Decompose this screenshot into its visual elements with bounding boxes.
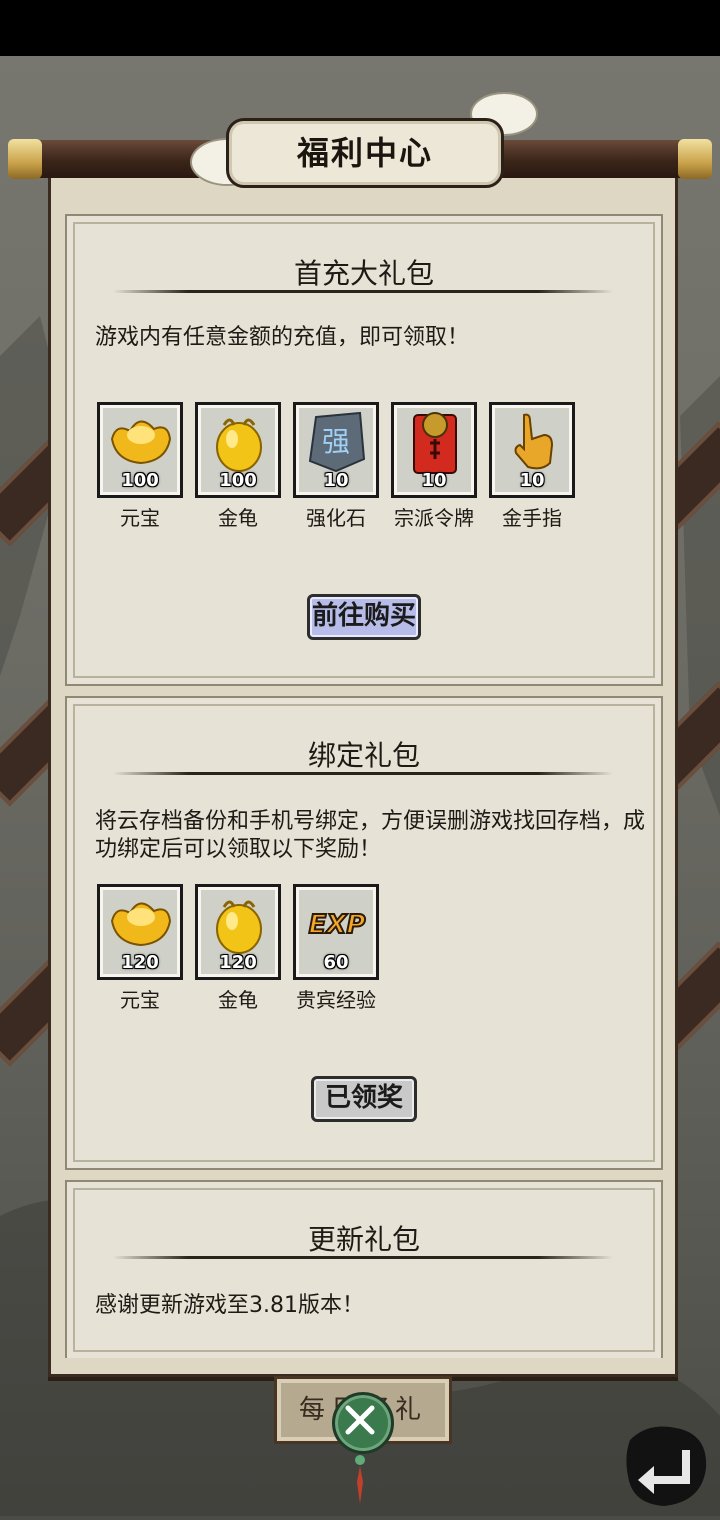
page-title: 福利中心 bbox=[296, 134, 433, 172]
sect-token-icon bbox=[413, 412, 457, 474]
divider bbox=[113, 772, 613, 775]
divider bbox=[113, 290, 613, 293]
close-icon bbox=[345, 1405, 375, 1435]
reward-quantity: 100 bbox=[121, 470, 159, 491]
stone-glyph: 强 bbox=[322, 425, 350, 458]
gold-turtle-icon bbox=[216, 900, 262, 954]
back-arrow-button[interactable] bbox=[618, 1420, 714, 1512]
gold-ingot-icon bbox=[110, 420, 172, 465]
card-title: 绑定礼包 bbox=[307, 739, 420, 772]
card-title: 更新礼包 bbox=[307, 1223, 420, 1256]
reward-item[interactable]: 10 金手指 bbox=[489, 402, 577, 530]
golden-finger-icon bbox=[514, 413, 554, 470]
reward-item[interactable]: 10 宗派令牌 bbox=[391, 402, 479, 530]
gold-ingot-icon bbox=[110, 902, 172, 947]
first-recharge-card: 首充大礼包 游戏内有任意金额的充值，即可领取！ 100 元宝 100 金龟 强 bbox=[65, 214, 663, 686]
reward-name: 贵宾经验 bbox=[296, 988, 376, 1012]
card-description: 游戏内有任意金额的充值，即可领取！ bbox=[95, 325, 470, 350]
reward-item[interactable]: 强 10 强化石 bbox=[293, 402, 381, 530]
status-bar bbox=[0, 0, 720, 56]
bind-gift-card: 绑定礼包 将云存档备份和手机号绑定，方便误删游戏找回存档，成功绑定后可以领取以下… bbox=[65, 696, 663, 1170]
enhance-stone-icon: 强 bbox=[308, 411, 366, 473]
reward-quantity: 120 bbox=[121, 952, 159, 973]
title-plaque: 福利中心 bbox=[226, 118, 504, 188]
reward-item[interactable]: 100 元宝 bbox=[97, 402, 185, 530]
reward-quantity: 10 bbox=[519, 470, 545, 491]
reward-name: 金手指 bbox=[502, 506, 562, 530]
card-description: 将云存档备份和手机号绑定，方便误删游戏找回存档，成功绑定后可以领取以下奖励！ bbox=[95, 809, 646, 862]
reward-quantity: 10 bbox=[421, 470, 447, 491]
scroll-rod-cap-right bbox=[678, 139, 712, 179]
close-button[interactable] bbox=[332, 1392, 394, 1454]
divider bbox=[113, 1256, 613, 1259]
reward-item[interactable]: EXP 60 贵宾经验 bbox=[293, 884, 381, 1012]
reward-quantity: 10 bbox=[323, 470, 349, 491]
exp-glyph: EXP bbox=[309, 910, 366, 940]
reward-item[interactable]: 120 元宝 bbox=[97, 884, 185, 1012]
go-buy-button[interactable]: 前往购买 bbox=[307, 594, 421, 640]
reward-item[interactable]: 120 金龟 bbox=[195, 884, 283, 1012]
claimed-button[interactable]: 已领奖 bbox=[311, 1076, 417, 1122]
gold-turtle-icon bbox=[216, 418, 262, 472]
exp-icon: EXP bbox=[308, 909, 367, 941]
reward-quantity: 100 bbox=[219, 470, 257, 491]
scroll-rod-cap-left bbox=[8, 139, 42, 179]
update-gift-card: 更新礼包 感谢更新游戏至3.81版本！ bbox=[65, 1180, 663, 1358]
reward-quantity: 120 bbox=[219, 952, 257, 973]
reward-item[interactable]: 100 金龟 bbox=[195, 402, 283, 530]
tassel-ornament bbox=[355, 1455, 365, 1504]
card-description: 感谢更新游戏至3.81版本！ bbox=[95, 1293, 364, 1318]
reward-quantity: 60 bbox=[323, 952, 349, 973]
card-title: 首充大礼包 bbox=[293, 257, 434, 290]
